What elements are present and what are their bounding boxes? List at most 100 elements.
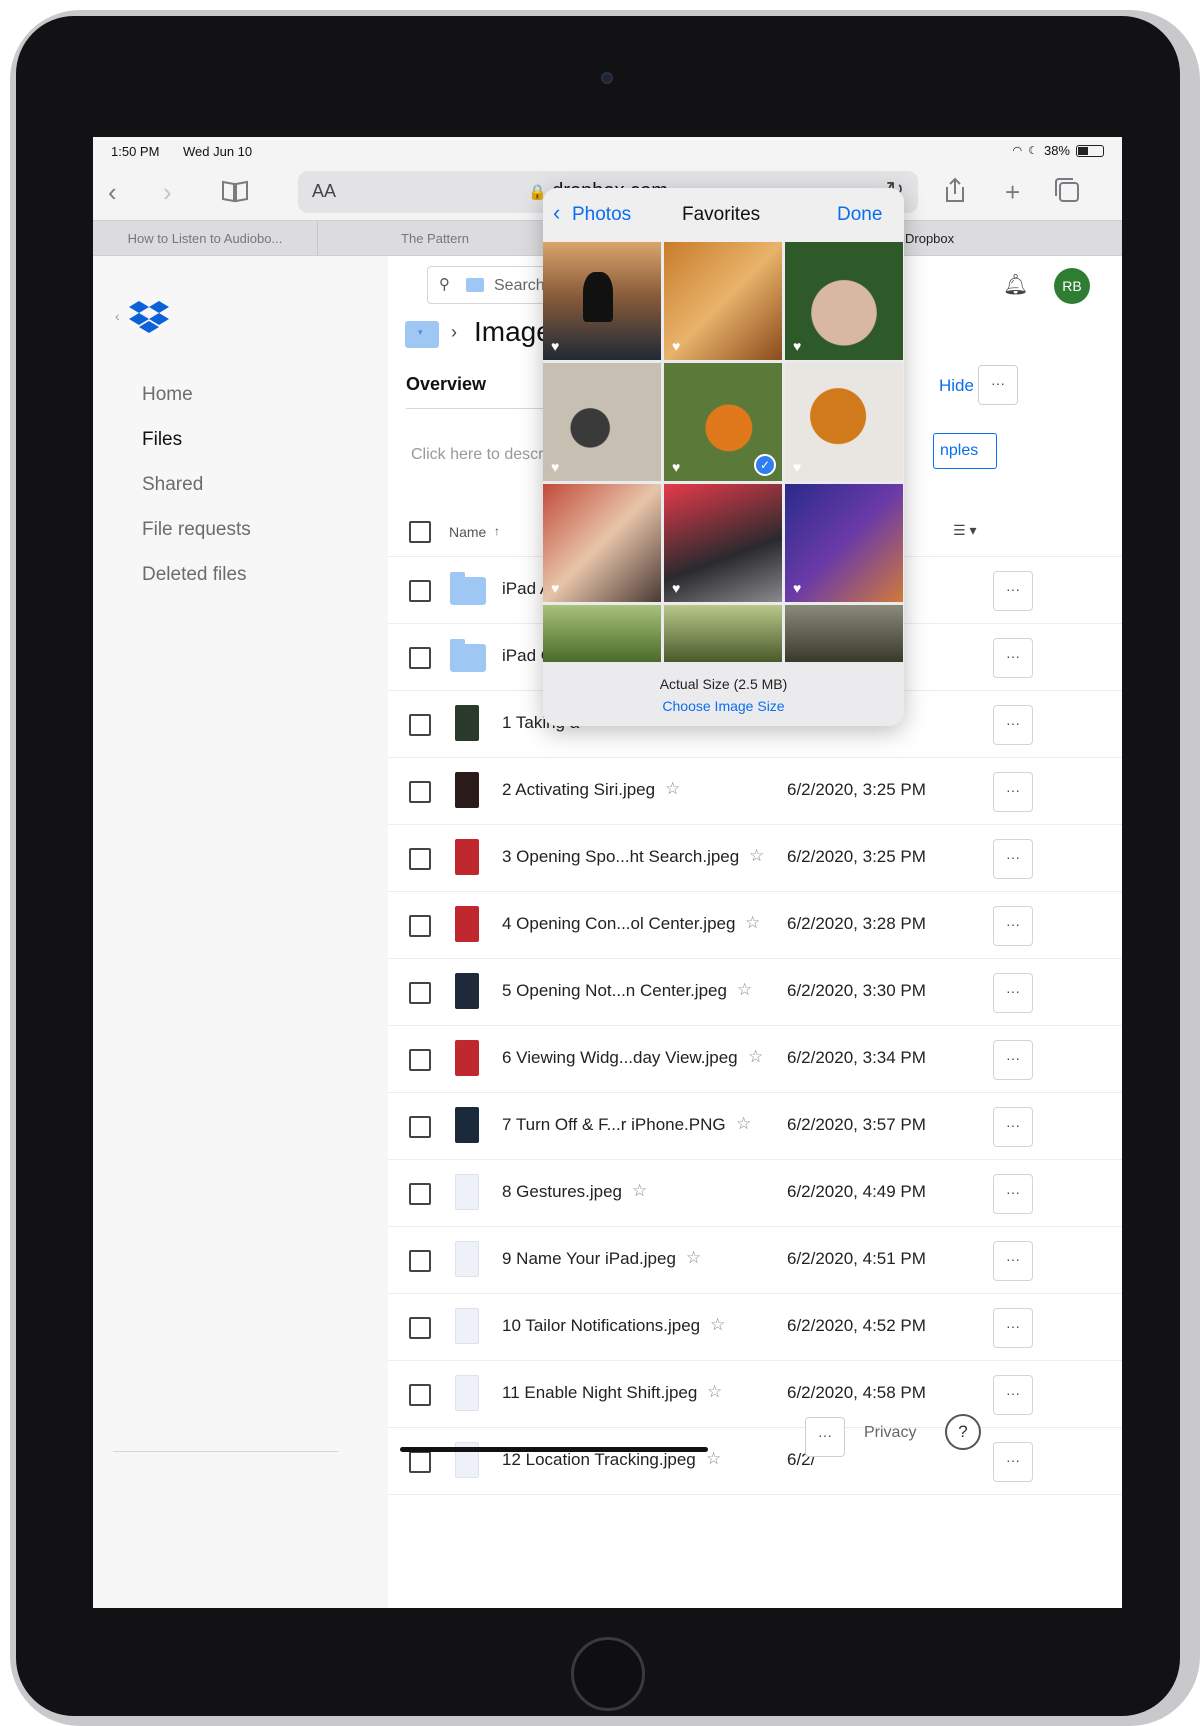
star-icon[interactable]: ☆ <box>737 980 752 1000</box>
table-row[interactable]: 6 Viewing Widg...day View.jpeg ☆ 6/2/2020,… <box>388 1026 1122 1093</box>
tabs-overview-icon[interactable] <box>1053 177 1081 211</box>
table-row[interactable]: 11 Enable Night Shift.jpeg ☆ 6/2/2020, 4:5… <box>388 1361 1122 1428</box>
row-more-button[interactable]: ··· <box>993 1308 1033 1348</box>
sidebar-item-home[interactable]: Home <box>142 384 193 406</box>
row-checkbox[interactable] <box>409 1451 431 1473</box>
choose-image-size-link[interactable]: Choose Image Size <box>543 698 904 714</box>
description-field[interactable]: Click here to describe <box>411 446 565 464</box>
sidebar-item-files[interactable]: Files <box>142 429 182 451</box>
examples-button[interactable]: nples <box>933 433 997 469</box>
dropbox-logo-icon[interactable] <box>129 300 169 339</box>
star-icon[interactable]: ☆ <box>707 1382 722 1402</box>
notifications-bell-icon[interactable]: 🔔︎ <box>1003 272 1028 297</box>
file-name[interactable]: 11 Enable Night Shift.jpeg <box>502 1383 697 1403</box>
star-icon[interactable]: ☆ <box>745 913 760 933</box>
photo-thumbnail[interactable]: ♥ <box>664 484 782 602</box>
row-more-button[interactable]: ··· <box>993 839 1033 879</box>
row-checkbox[interactable] <box>409 915 431 937</box>
back-chevron-icon[interactable]: ‹ <box>553 200 560 226</box>
row-checkbox[interactable] <box>409 1317 431 1339</box>
overview-more-button[interactable]: ··· <box>978 365 1018 405</box>
sort-arrow-icon[interactable]: ↑ <box>494 524 500 538</box>
star-icon[interactable]: ☆ <box>665 779 680 799</box>
file-name[interactable]: 10 Tailor Notifications.jpeg <box>502 1316 700 1336</box>
star-icon[interactable]: ☆ <box>749 846 764 866</box>
row-more-button[interactable]: ··· <box>993 906 1033 946</box>
file-name[interactable]: 5 Opening Not...n Center.jpeg <box>502 981 727 1001</box>
done-button[interactable]: Done <box>837 204 882 226</box>
row-more-button[interactable]: ··· <box>993 1174 1033 1214</box>
footer-more-button[interactable]: ··· <box>805 1417 845 1457</box>
photo-thumbnail[interactable]: ♥ <box>543 484 661 602</box>
row-more-button[interactable]: ··· <box>993 772 1033 812</box>
table-row[interactable]: 7 Turn Off & F...r iPhone.PNG ☆ 6/2/2020, … <box>388 1093 1122 1160</box>
row-more-button[interactable]: ··· <box>993 1040 1033 1080</box>
photo-thumbnail[interactable]: ♥ <box>785 363 903 481</box>
collapse-chevron-icon[interactable]: ‹ <box>115 308 120 324</box>
photo-thumbnail[interactable]: ♥ <box>785 242 903 360</box>
star-icon[interactable]: ☆ <box>632 1181 647 1201</box>
photo-thumbnail[interactable]: ♥ <box>785 484 903 602</box>
table-row[interactable]: 10 Tailor Notifications.jpeg ☆ 6/2/2020, 4… <box>388 1294 1122 1361</box>
row-checkbox[interactable] <box>409 848 431 870</box>
privacy-link[interactable]: Privacy <box>864 1424 916 1442</box>
hide-button[interactable]: Hide <box>939 376 974 396</box>
row-checkbox[interactable] <box>409 714 431 736</box>
row-more-button[interactable]: ··· <box>993 705 1033 745</box>
table-row[interactable]: 2 Activating Siri.jpeg ☆ 6/2/2020, 3:25 PM… <box>388 758 1122 825</box>
photo-thumbnail[interactable]: ♥ <box>543 242 661 360</box>
row-more-button[interactable]: ··· <box>993 973 1033 1013</box>
breadcrumb-folder-icon[interactable]: ▾ <box>405 321 439 348</box>
photos-back-button[interactable]: Photos <box>572 204 631 226</box>
row-checkbox[interactable] <box>409 982 431 1004</box>
file-name[interactable]: 2 Activating Siri.jpeg <box>502 780 655 800</box>
tab-audiobooks[interactable]: How to Listen to Audiobo... <box>93 221 318 256</box>
row-more-button[interactable]: ··· <box>993 1107 1033 1147</box>
row-checkbox[interactable] <box>409 1116 431 1138</box>
help-button[interactable]: ? <box>945 1414 981 1450</box>
star-icon[interactable]: ☆ <box>686 1248 701 1268</box>
file-name[interactable]: 9 Name Your iPad.jpeg <box>502 1249 676 1269</box>
view-toggle-icon[interactable]: ☰ ▾ <box>953 522 976 539</box>
star-icon[interactable]: ☆ <box>710 1315 725 1335</box>
avatar[interactable]: RB <box>1054 268 1090 304</box>
file-name[interactable]: 12 Location Tracking.jpeg <box>502 1450 696 1470</box>
file-name[interactable]: 3 Opening Spo...ht Search.jpeg <box>502 847 739 867</box>
sidebar-item-shared[interactable]: Shared <box>142 474 203 496</box>
back-icon[interactable]: ‹ <box>108 175 117 209</box>
table-row[interactable]: 12 Location Tracking.jpeg ☆ 6/2/··· <box>388 1428 1122 1495</box>
file-name[interactable]: 4 Opening Con...ol Center.jpeg <box>502 914 735 934</box>
table-row[interactable]: 8 Gestures.jpeg ☆ 6/2/2020, 4:49 PM ··· <box>388 1160 1122 1227</box>
sidebar-item-file-requests[interactable]: File requests <box>142 519 251 541</box>
row-more-button[interactable]: ··· <box>993 571 1033 611</box>
photo-thumbnail[interactable] <box>664 605 782 662</box>
file-name[interactable]: 6 Viewing Widg...day View.jpeg <box>502 1048 738 1068</box>
sidebar-item-deleted-files[interactable]: Deleted files <box>142 564 247 586</box>
photo-thumbnail[interactable]: ♥ <box>664 242 782 360</box>
row-more-button[interactable]: ··· <box>993 1241 1033 1281</box>
row-checkbox[interactable] <box>409 647 431 669</box>
photo-thumbnail[interactable] <box>785 605 903 662</box>
row-checkbox[interactable] <box>409 781 431 803</box>
file-name[interactable]: 8 Gestures.jpeg <box>502 1182 622 1202</box>
table-row[interactable]: 4 Opening Con...ol Center.jpeg ☆ 6/2/2020,… <box>388 892 1122 959</box>
photo-thumbnail[interactable] <box>543 605 661 662</box>
row-more-button[interactable]: ··· <box>993 1442 1033 1482</box>
photo-thumbnail[interactable]: ♥ ✓ <box>664 363 782 481</box>
tab-the-pattern[interactable]: The Pattern <box>318 221 553 256</box>
table-row[interactable]: 9 Name Your iPad.jpeg ☆ 6/2/2020, 4:51 PM ·… <box>388 1227 1122 1294</box>
row-checkbox[interactable] <box>409 1183 431 1205</box>
star-icon[interactable]: ☆ <box>706 1449 721 1469</box>
bookmarks-icon[interactable] <box>221 177 249 211</box>
row-checkbox[interactable] <box>409 1250 431 1272</box>
star-icon[interactable]: ☆ <box>736 1114 751 1134</box>
row-checkbox[interactable] <box>409 1384 431 1406</box>
table-row[interactable]: 5 Opening Not...n Center.jpeg ☆ 6/2/2020, … <box>388 959 1122 1026</box>
row-checkbox[interactable] <box>409 1049 431 1071</box>
home-button[interactable] <box>571 1637 645 1711</box>
forward-icon[interactable]: › <box>163 175 172 209</box>
star-icon[interactable]: ☆ <box>748 1047 763 1067</box>
photo-thumbnail[interactable]: ♥ <box>543 363 661 481</box>
file-name[interactable]: 7 Turn Off & F...r iPhone.PNG <box>502 1115 726 1135</box>
table-row[interactable]: 3 Opening Spo...ht Search.jpeg ☆ 6/2/2020,… <box>388 825 1122 892</box>
